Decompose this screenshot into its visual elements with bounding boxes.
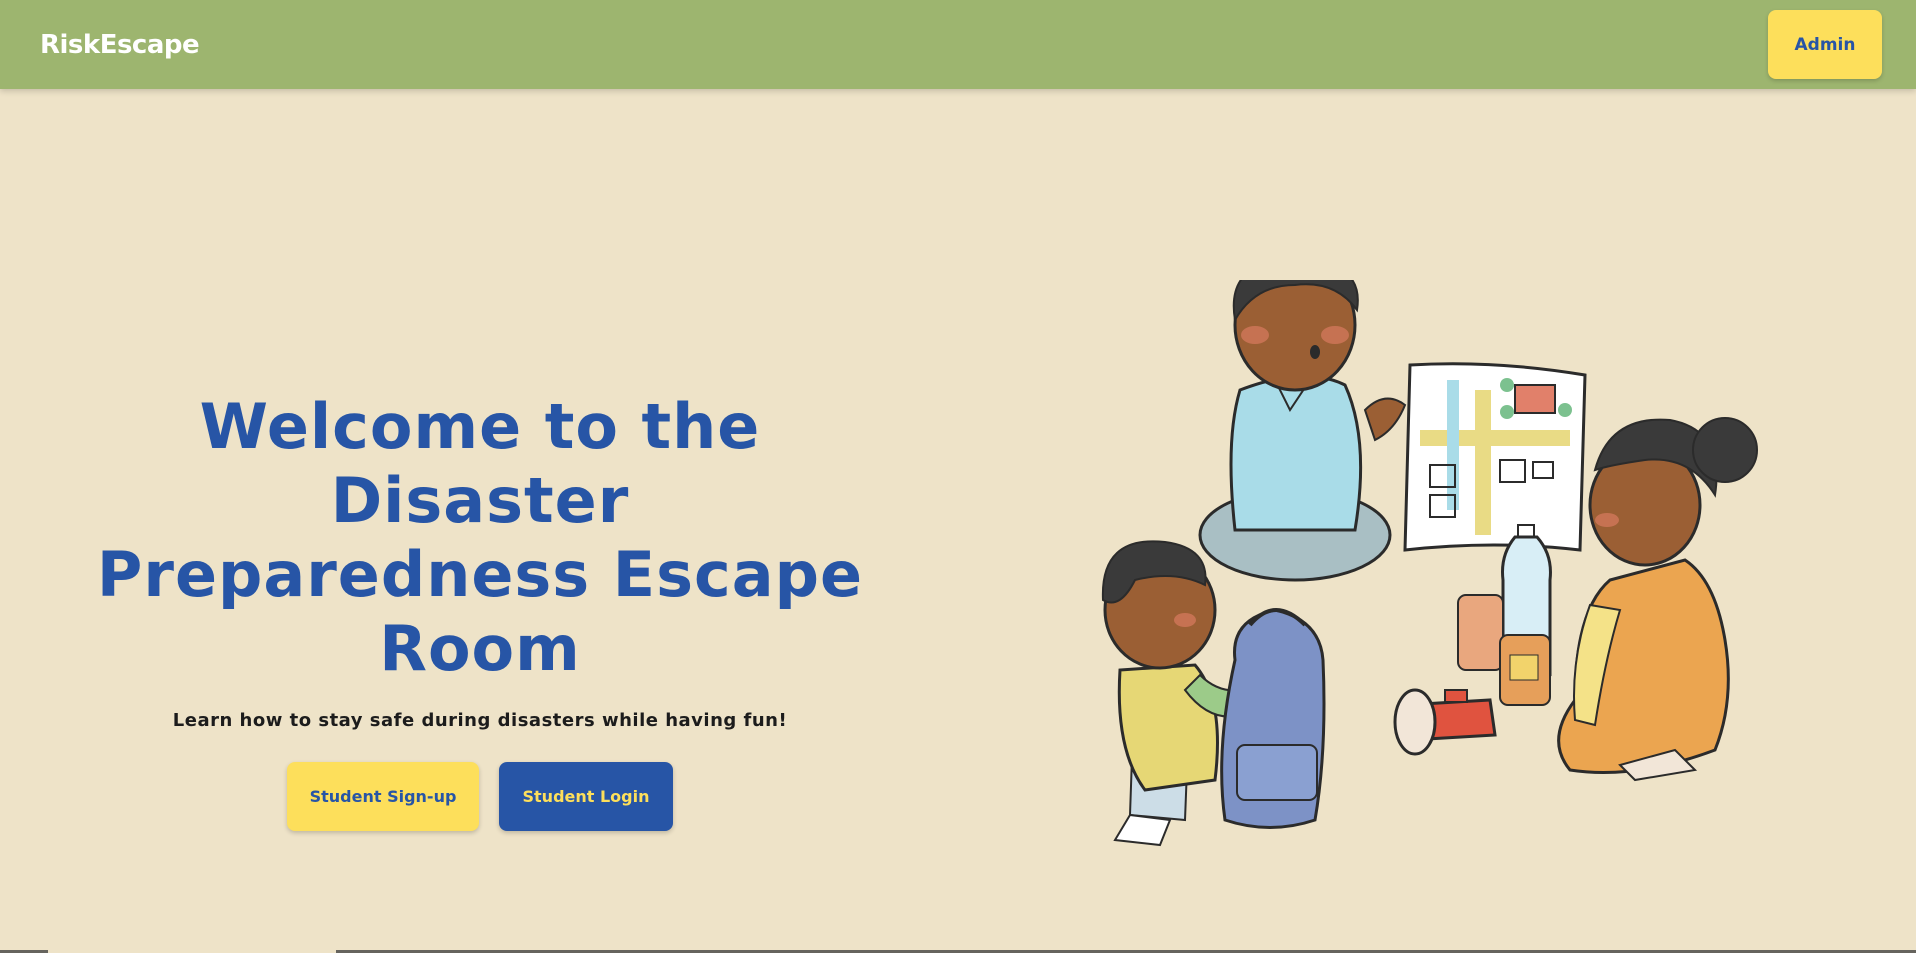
student-login-button[interactable]: Student Login xyxy=(499,762,673,831)
father-figure xyxy=(1198,280,1407,582)
backpack xyxy=(1220,608,1326,829)
hero-subtitle: Learn how to stay safe during disasters … xyxy=(172,710,788,731)
top-navbar: RiskEscape Admin xyxy=(0,0,1916,89)
admin-button[interactable]: Admin xyxy=(1768,10,1882,79)
student-signup-button[interactable]: Student Sign-up xyxy=(287,762,479,831)
page-title: Welcome to the Disaster Preparedness Esc… xyxy=(60,390,900,686)
flashlight xyxy=(1393,688,1497,756)
title-line-3: Room xyxy=(379,612,581,685)
family-preparedness-illustration-icon xyxy=(1101,280,1758,847)
title-line-1: Welcome to the Disaster xyxy=(199,390,761,537)
brand-logo[interactable]: RiskEscape xyxy=(40,30,200,60)
hero-section: Welcome to the Disaster Preparedness Esc… xyxy=(60,390,900,831)
evacuation-map xyxy=(1403,362,1587,552)
hero-actions: Student Sign-up Student Login xyxy=(60,762,900,831)
title-line-2: Preparedness Escape xyxy=(96,538,864,611)
mother-figure xyxy=(1557,417,1758,782)
